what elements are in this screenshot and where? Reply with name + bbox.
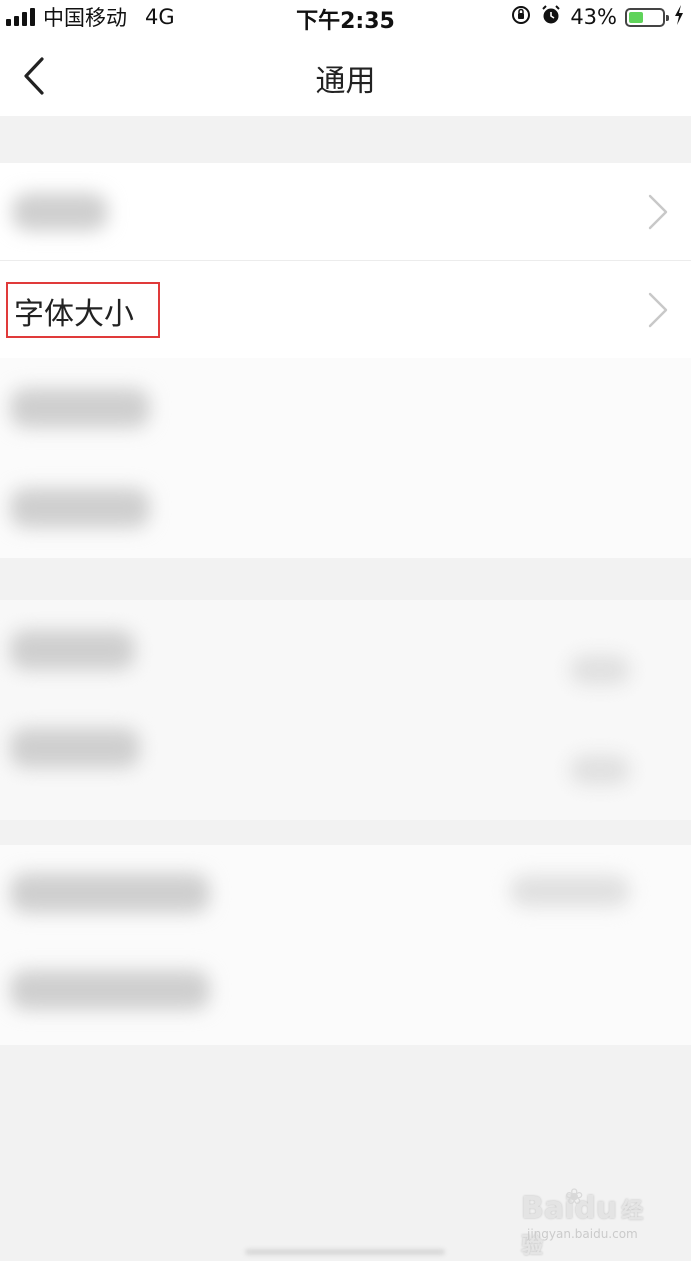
blurred-label: [10, 970, 210, 1010]
blurred-label: [10, 873, 210, 913]
battery-icon: [625, 7, 669, 27]
rotation-lock-icon: [510, 4, 532, 30]
settings-row-blurred-1[interactable]: [0, 163, 691, 261]
battery-percent: 43%: [570, 5, 617, 29]
status-right: 43%: [510, 4, 685, 30]
watermark-brand: Baidu 经验: [521, 1191, 644, 1259]
baidu-watermark: Baidu 经验 ❀ jingyan.baidu.com: [521, 1185, 651, 1259]
status-bar: 中国移动 4G 下午2:35 43%: [0, 0, 691, 34]
page-title: 通用: [315, 64, 376, 99]
settings-section-blurred-3: [0, 600, 691, 820]
blurred-label: [10, 630, 135, 670]
blurred-value: [510, 875, 630, 907]
blurred-value: [570, 655, 630, 685]
chevron-right-icon: [648, 292, 668, 328]
nav-bar: 通用: [0, 34, 691, 116]
blurred-label: [10, 388, 150, 428]
paw-icon: ❀: [565, 1185, 584, 1210]
alarm-icon: [540, 4, 562, 30]
blurred-label: [10, 728, 140, 768]
home-indicator: [245, 1249, 445, 1255]
blurred-label: [12, 193, 108, 231]
watermark-url: jingyan.baidu.com: [527, 1227, 638, 1241]
charging-icon: [673, 4, 685, 30]
blurred-label: [10, 488, 150, 528]
blurred-value: [570, 755, 630, 785]
chevron-right-icon: [648, 194, 668, 230]
battery-fill: [629, 11, 643, 23]
settings-section-blurred-2: [0, 358, 691, 558]
settings-section-blurred-4: [0, 845, 691, 1045]
highlight-box: [6, 282, 160, 338]
